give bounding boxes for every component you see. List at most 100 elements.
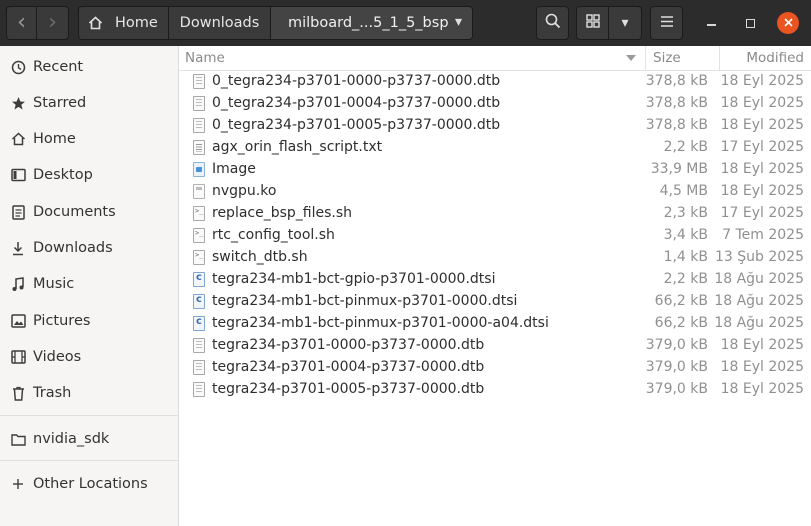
sidebar-item-downloads[interactable]: Downloads	[0, 233, 178, 263]
sidebar-item-trash[interactable]: Trash	[0, 378, 178, 408]
table-row[interactable]: tegra234-mb1-bct-pinmux-p3701-0000.dtsi 6…	[179, 291, 811, 313]
sidebar-item-label: Documents	[33, 204, 116, 220]
column-name-label: Name	[185, 50, 225, 66]
sidebar-item-label: Other Locations	[33, 476, 148, 492]
column-header-modified[interactable]: Modified	[720, 46, 811, 70]
file-modified: 18 Ağu 2025	[714, 293, 804, 309]
column-header-name[interactable]: Name	[179, 46, 646, 70]
chevron-down-icon: ▾	[621, 15, 629, 31]
sidebar-item-label: Starred	[33, 95, 87, 111]
table-row[interactable]: switch_dtb.sh 1,4 kB 13 Şub 2025	[179, 247, 811, 269]
file-modified: 7 Tem 2025	[722, 227, 804, 243]
file-size: 2,3 kB	[663, 205, 708, 221]
maximize-button[interactable]	[739, 12, 761, 34]
sidebar-item-recent[interactable]: Recent	[0, 52, 178, 82]
file-size: 379,0 kB	[645, 381, 708, 397]
table-row[interactable]: rtc_config_tool.sh 3,4 kB 7 Tem 2025	[179, 225, 811, 247]
file-modified: 18 Ağu 2025	[714, 271, 804, 287]
binary-file-icon	[193, 338, 205, 353]
search-icon	[545, 13, 561, 33]
file-name: Image	[212, 161, 256, 177]
chevron-down-icon[interactable]: ▾	[455, 14, 462, 30]
table-row[interactable]: 0_tegra234-p3701-0005-p3737-0000.dtb 378,…	[179, 115, 811, 137]
column-modified-label: Modified	[746, 50, 804, 66]
picture-icon	[10, 313, 26, 329]
breadcrumb-downloads[interactable]: Downloads	[168, 6, 271, 40]
search-button[interactable]	[536, 6, 569, 40]
clock-icon	[10, 59, 26, 75]
file-name: 0_tegra234-p3701-0000-p3737-0000.dtb	[212, 73, 501, 89]
sidebar-item-pictures[interactable]: Pictures	[0, 306, 178, 336]
file-size: 33,9 MB	[650, 161, 708, 177]
table-row[interactable]: nvgpu.ko 4,5 MB 18 Eyl 2025	[179, 181, 811, 203]
file-size: 4,5 MB	[659, 183, 708, 199]
file-modified: 18 Eyl 2025	[720, 117, 804, 133]
document-icon	[10, 204, 26, 220]
file-list: Name Size Modified 0_tegra234-p3701-0000…	[179, 46, 811, 526]
sidebar-item-videos[interactable]: Videos	[0, 342, 178, 372]
sidebar-item-label: Desktop	[33, 167, 93, 183]
view-options-button[interactable]: ▾	[608, 6, 642, 40]
file-name: tegra234-mb1-bct-gpio-p3701-0000.dtsi	[212, 271, 496, 287]
file-name: switch_dtb.sh	[212, 249, 308, 265]
text-file-icon	[193, 140, 205, 155]
binary-file-icon	[193, 96, 205, 111]
breadcrumb-home[interactable]: Home	[78, 6, 169, 40]
view-toggle-button[interactable]	[576, 6, 609, 40]
main-menu-button[interactable]	[650, 6, 683, 40]
trash-icon	[10, 385, 26, 401]
file-size: 3,4 kB	[663, 227, 708, 243]
c-source-icon	[193, 316, 205, 331]
table-row[interactable]: agx_orin_flash_script.txt 2,2 kB 17 Eyl 20…	[179, 137, 811, 159]
table-row[interactable]: tegra234-mb1-bct-gpio-p3701-0000.dtsi 2,2…	[179, 269, 811, 291]
maximize-icon	[745, 18, 755, 28]
sidebar-item-music[interactable]: Music	[0, 269, 178, 299]
table-row[interactable]: 0_tegra234-p3701-0004-p3737-0000.dtb 378,…	[179, 93, 811, 115]
table-row[interactable]: tegra234-p3701-0000-p3737-0000.dtb 379,0 …	[179, 335, 811, 357]
breadcrumb-current[interactable]: milboard_...5_1_5_bsp ▾	[270, 6, 473, 40]
sidebar-item-label: Recent	[33, 59, 84, 75]
sidebar-item-starred[interactable]: Starred	[0, 88, 178, 118]
download-icon	[10, 240, 26, 256]
breadcrumb-downloads-label: Downloads	[179, 15, 260, 31]
column-header: Name Size Modified	[179, 46, 811, 71]
file-size: 378,8 kB	[645, 95, 708, 111]
close-button[interactable]	[777, 12, 799, 34]
table-row[interactable]: tegra234-mb1-bct-pinmux-p3701-0000-a04.d…	[179, 313, 811, 335]
sidebar-item-label: Home	[33, 131, 76, 147]
file-modified: 13 Şub 2025	[715, 249, 804, 265]
sidebar-item-label: Trash	[33, 385, 72, 401]
file-name: tegra234-p3701-0004-p3737-0000.dtb	[212, 359, 485, 375]
sidebar-item-label: nvidia_sdk	[33, 431, 110, 447]
table-row[interactable]: Image 33,9 MB 18 Eyl 2025	[179, 159, 811, 181]
binary-file-icon	[193, 382, 205, 397]
file-size: 2,2 kB	[663, 139, 708, 155]
sidebar-item-desktop[interactable]: Desktop	[0, 160, 178, 190]
table-row[interactable]: tegra234-p3701-0005-p3737-0000.dtb 379,0 …	[179, 379, 811, 401]
file-modified: 18 Eyl 2025	[720, 337, 804, 353]
minimize-button[interactable]	[700, 12, 722, 34]
forward-button[interactable]: ›	[36, 6, 69, 40]
column-size-label: Size	[653, 50, 681, 66]
file-modified: 18 Eyl 2025	[720, 381, 804, 397]
sidebar-item-other-locations[interactable]: Other Locations	[0, 469, 178, 499]
file-size: 1,4 kB	[663, 249, 708, 265]
table-row[interactable]: 0_tegra234-p3701-0000-p3737-0000.dtb 378,…	[179, 71, 811, 93]
back-button[interactable]: ‹	[6, 6, 37, 40]
sidebar-item-documents[interactable]: Documents	[0, 197, 178, 227]
file-modified: 17 Eyl 2025	[720, 139, 804, 155]
column-header-size[interactable]: Size	[646, 46, 720, 70]
table-row[interactable]: replace_bsp_files.sh 2,3 kB 17 Eyl 2025	[179, 203, 811, 225]
file-size: 2,2 kB	[663, 271, 708, 287]
binary-file-icon	[193, 118, 205, 133]
file-name: tegra234-mb1-bct-pinmux-p3701-0000.dtsi	[212, 293, 518, 309]
plus-icon	[10, 476, 26, 492]
file-size: 379,0 kB	[645, 359, 708, 375]
file-modified: 18 Eyl 2025	[720, 95, 804, 111]
sidebar-item-nvidia-sdk[interactable]: nvidia_sdk	[0, 424, 178, 454]
table-row[interactable]: tegra234-p3701-0004-p3737-0000.dtb 379,0 …	[179, 357, 811, 379]
star-icon	[10, 95, 26, 111]
sidebar-item-home[interactable]: Home	[0, 124, 178, 154]
file-name: 0_tegra234-p3701-0005-p3737-0000.dtb	[212, 117, 501, 133]
sidebar-item-label: Downloads	[33, 240, 113, 256]
